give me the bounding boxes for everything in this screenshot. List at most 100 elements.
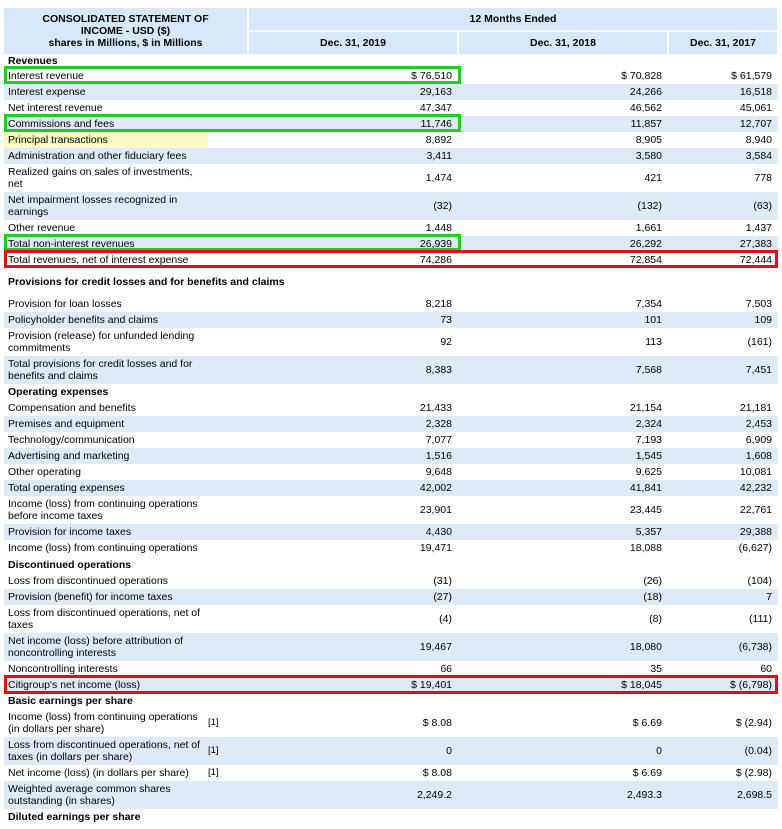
- row-label: Provision (release) for unfunded lending…: [4, 328, 208, 356]
- footnote-ref: [208, 236, 248, 252]
- value-2017: 42,232: [668, 480, 779, 496]
- value-2017: 109: [668, 312, 779, 328]
- row-label: Citigroup's net income (loss): [4, 677, 208, 693]
- row-label: Loss from discontinued operations, net o…: [4, 737, 208, 765]
- footnote-ref: [208, 589, 248, 605]
- value-2019: 19,471: [248, 540, 458, 556]
- value-2017: 7,503: [668, 296, 779, 312]
- value-2017: 1,608: [668, 448, 779, 464]
- value-2018: 7,354: [458, 296, 668, 312]
- value-2018: 18,080: [458, 633, 668, 661]
- value-2018: 18,088: [458, 540, 668, 556]
- statement-title-line1: CONSOLIDATED STATEMENT OF: [42, 13, 209, 25]
- value-2019: 1,448: [248, 220, 458, 236]
- row-label: Premises and equipment: [4, 416, 208, 432]
- value-2017: 8,940: [668, 132, 779, 148]
- row-label: Total revenues, net of interest expense: [4, 252, 208, 268]
- section-header-row: Basic earnings per share: [4, 693, 779, 709]
- value-2017: 10,081: [668, 464, 779, 480]
- footnote-ref: [1]: [208, 709, 248, 737]
- footnote-ref: [208, 448, 248, 464]
- row-label: Realized gains on sales of investments, …: [4, 164, 208, 192]
- table-row: Income (loss) from continuing operations…: [4, 496, 779, 524]
- value-2017: 7,451: [668, 356, 779, 384]
- section-label: Basic earnings per share: [4, 693, 779, 709]
- table-row: Net income (loss) (in dollars per share)…: [4, 765, 779, 781]
- value-2018: (18): [458, 589, 668, 605]
- row-label: Provision for income taxes: [4, 524, 208, 540]
- row-label: Income (loss) from continuing operations…: [4, 496, 208, 524]
- row-label: Interest revenue: [4, 68, 208, 84]
- value-2018: 113: [458, 328, 668, 356]
- row-label: Income (loss) from continuing operations: [4, 540, 208, 556]
- footnote-ref: [208, 192, 248, 220]
- value-2018: 5,357: [458, 524, 668, 540]
- section-header-row: Revenues: [4, 54, 779, 68]
- value-2019: 8,383: [248, 356, 458, 384]
- table-row: Loss from discontinued operations (31) (26…: [4, 573, 779, 589]
- footnote-ref: [208, 100, 248, 116]
- value-2017: 1,437: [668, 220, 779, 236]
- table-row: Weighted average common shares outstandi…: [4, 781, 779, 809]
- value-2017: 45,061: [668, 100, 779, 116]
- row-label: Technology/communication: [4, 432, 208, 448]
- value-2019: 92: [248, 328, 458, 356]
- value-2018: 21,154: [458, 400, 668, 416]
- value-2017: (161): [668, 328, 779, 356]
- value-2019: 0: [248, 737, 458, 765]
- table-row: Net interest revenue 47,347 46,562 45,061: [4, 100, 779, 116]
- footnote-ref: [208, 68, 248, 84]
- section-label: Discontinued operations: [4, 556, 779, 573]
- value-2017: $ (6,798): [668, 677, 779, 693]
- value-2018: 2,324: [458, 416, 668, 432]
- value-2017: 16,518: [668, 84, 779, 100]
- table-row: Commissions and fees 11,746 11,857 12,707: [4, 116, 779, 132]
- value-2018: 7,568: [458, 356, 668, 384]
- column-header-2019: Dec. 31, 2019: [248, 30, 459, 54]
- column-header-2017: Dec. 31, 2017: [668, 30, 780, 54]
- statement-body: Revenues Interest revenue $ 76,510 $ 70,828…: [4, 54, 779, 825]
- value-2017: (63): [668, 192, 779, 220]
- value-2019: 29,163: [248, 84, 458, 100]
- value-2019: 9,648: [248, 464, 458, 480]
- value-2018: 24,266: [458, 84, 668, 100]
- income-statement-table: CONSOLIDATED STATEMENT OF INCOME - USD (…: [4, 8, 780, 825]
- table-row: Other revenue 1,448 1,661 1,437: [4, 220, 779, 236]
- value-2017: 12,707: [668, 116, 779, 132]
- footnote-ref: [208, 252, 248, 268]
- row-label: Total provisions for credit losses and f…: [4, 356, 208, 384]
- value-2017: $ (2.94): [668, 709, 779, 737]
- row-label: Provision for loan losses: [4, 296, 208, 312]
- statement-title: CONSOLIDATED STATEMENT OF INCOME - USD (…: [4, 8, 249, 54]
- value-2019: 2,249.2: [248, 781, 458, 809]
- footnote-ref: [208, 633, 248, 661]
- table-row: Provision (benefit) for income taxes (27)…: [4, 589, 779, 605]
- row-label: Provision (benefit) for income taxes: [4, 589, 208, 605]
- table-row: Citigroup's net income (loss) $ 19,401 $ 1…: [4, 677, 779, 693]
- section-label: Diluted earnings per share: [4, 809, 779, 825]
- table-row: Principal transactions 8,892 8,905 8,940: [4, 132, 779, 148]
- value-2019: (32): [248, 192, 458, 220]
- table-row: Provision for income taxes 4,430 5,357 29,3…: [4, 524, 779, 540]
- value-2019: 7,077: [248, 432, 458, 448]
- value-2019: 1,474: [248, 164, 458, 192]
- row-label: Net impairment losses recognized in earn…: [4, 192, 208, 220]
- row-label: Compensation and benefits: [4, 400, 208, 416]
- value-2018: 26,292: [458, 236, 668, 252]
- table-row: Interest expense 29,163 24,266 16,518: [4, 84, 779, 100]
- value-2019: 4,430: [248, 524, 458, 540]
- value-2018: 101: [458, 312, 668, 328]
- footnote-ref: [208, 116, 248, 132]
- footnote-ref: [208, 480, 248, 496]
- table-row: Realized gains on sales of investments, …: [4, 164, 779, 192]
- footnote-ref: [208, 496, 248, 524]
- table-row: Total revenues, net of interest expense 7…: [4, 252, 779, 268]
- column-header-2018: Dec. 31, 2018: [458, 30, 669, 54]
- footnote-ref: [208, 84, 248, 100]
- value-2018: (132): [458, 192, 668, 220]
- row-label: Net income (loss) (in dollars per share): [4, 765, 208, 781]
- footnote-ref: [208, 356, 248, 384]
- row-label: Policyholder benefits and claims: [4, 312, 208, 328]
- footnote-ref: [208, 132, 248, 148]
- value-2017: 2,453: [668, 416, 779, 432]
